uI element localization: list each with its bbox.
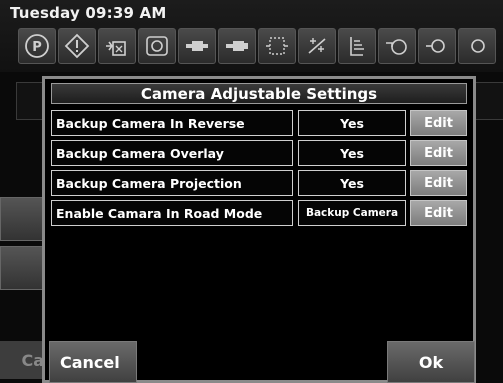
settings-row-road-mode: Enable Camara In Road Mode Backup Camera… <box>51 200 467 226</box>
exhaust-filter-icon <box>258 28 296 64</box>
edit-button[interactable]: Edit <box>410 200 467 226</box>
parking-brake-icon: P <box>18 28 56 64</box>
setting-label: Backup Camera Projection <box>51 170 293 196</box>
ok-button[interactable]: Ok <box>387 341 475 383</box>
edit-button[interactable]: Edit <box>410 140 467 166</box>
overflow-telltale-icon <box>458 28 496 64</box>
background-tile <box>0 246 44 290</box>
coolant-icon <box>418 28 456 64</box>
setting-value: Yes <box>298 140 406 166</box>
setting-label: Backup Camera Overlay <box>51 140 293 166</box>
status-bar: Tuesday 09:39 AM P <box>0 0 503 72</box>
engine-oil-icon <box>378 28 416 64</box>
background-tile <box>0 197 44 241</box>
regen-inhibit-icon <box>298 28 336 64</box>
transmission-icon <box>178 28 216 64</box>
svg-text:P: P <box>32 40 42 55</box>
fuel-level-icon <box>338 28 376 64</box>
brake-system-icon <box>138 28 176 64</box>
setting-value: Backup Camera <box>298 200 406 226</box>
edit-button[interactable]: Edit <box>410 170 467 196</box>
clock-datetime: Tuesday 09:39 AM <box>10 4 167 22</box>
edit-button[interactable]: Edit <box>410 110 467 136</box>
background-button-peek: Ca <box>0 341 44 379</box>
cancel-button[interactable]: Cancel <box>49 341 137 383</box>
setting-label: Backup Camera In Reverse <box>51 110 293 136</box>
background-peek-label: Ca <box>21 350 44 370</box>
dialog-title: Camera Adjustable Settings <box>51 83 467 104</box>
settings-row-backup-reverse: Backup Camera In Reverse Yes Edit <box>51 110 467 136</box>
trailer-air-icon <box>98 28 136 64</box>
driveline-icon <box>218 28 256 64</box>
setting-value: Yes <box>298 110 406 136</box>
master-warning-icon <box>58 28 96 64</box>
settings-row-backup-overlay: Backup Camera Overlay Yes Edit <box>51 140 467 166</box>
camera-settings-dialog: Camera Adjustable Settings Backup Camera… <box>42 76 476 383</box>
setting-value: Yes <box>298 170 406 196</box>
settings-row-backup-projection: Backup Camera Projection Yes Edit <box>51 170 467 196</box>
setting-label: Enable Camara In Road Mode <box>51 200 293 226</box>
